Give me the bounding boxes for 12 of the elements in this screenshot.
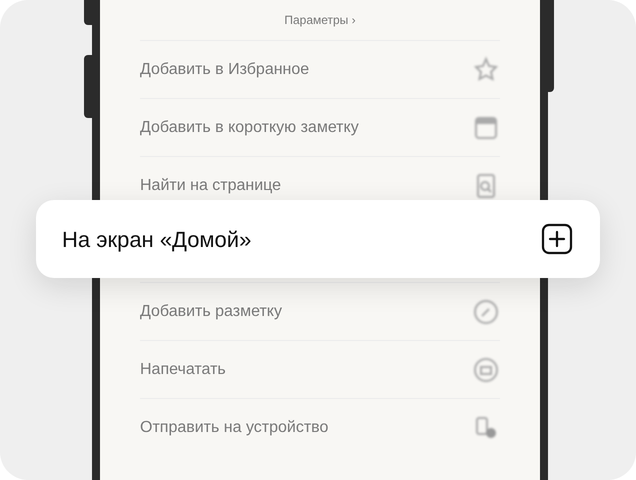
menu-item-label[interactable]: Отправить на устройство [140,416,328,440]
star-icon [472,56,500,84]
menu-item-label[interactable]: На экран «Домой» [62,222,252,256]
menu-item-label[interactable]: Добавить в Избранное [140,58,310,82]
menu-item-label[interactable]: Найти на странице [140,174,282,198]
add-square-icon [541,223,573,255]
menu-item-label[interactable]: Добавить в короткую заметку [140,116,359,140]
menu-item-label[interactable]: Добавить разметку [140,300,282,324]
menu-item-label[interactable]: Напечатать [140,358,226,382]
pen-circle-icon [472,298,500,326]
printer-circle-icon [472,356,500,384]
options-link[interactable]: Параметры › [284,11,356,29]
